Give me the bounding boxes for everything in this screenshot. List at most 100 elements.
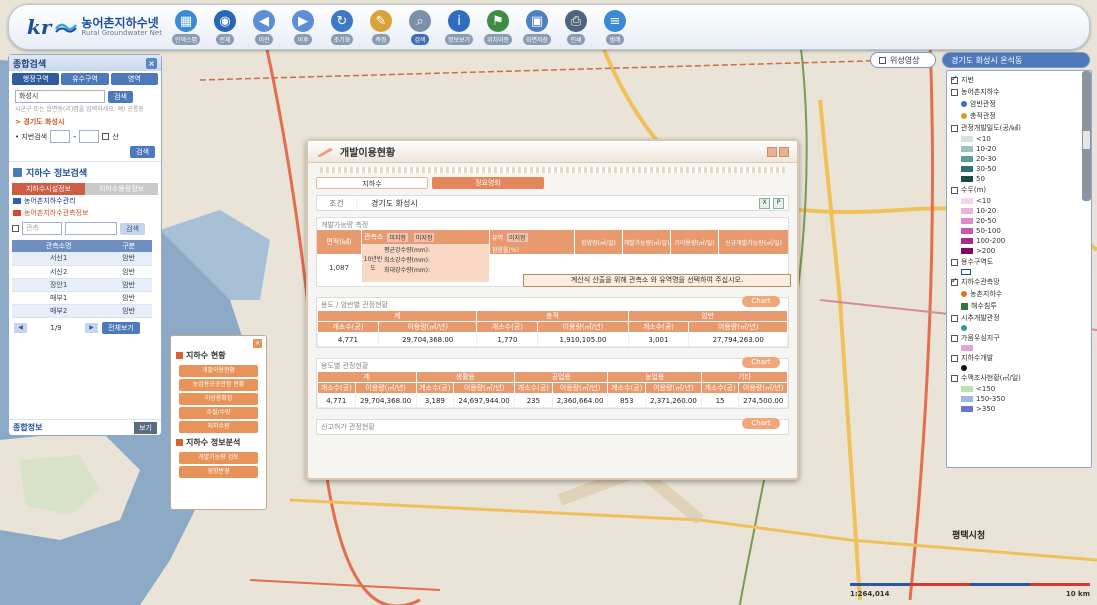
obs-filter-input-2[interactable] <box>65 222 117 235</box>
parcel-main-input[interactable] <box>50 130 71 143</box>
popup-menu-button[interactable]: 농업용공공관정 현황 <box>179 379 258 391</box>
toolbar-button-forward[interactable]: ▶ 이후 <box>286 10 320 48</box>
dialog-header[interactable]: 개발이용현황 <box>308 141 797 163</box>
table-row[interactable]: 장안1 암반 <box>12 278 152 292</box>
minimize-button[interactable] <box>767 146 777 157</box>
toolbar-button-search[interactable]: ⌕ 검색 <box>403 10 437 48</box>
group-header: 생활용 <box>415 371 516 383</box>
toolbar-button-label: 측정 <box>372 34 390 45</box>
tab-summary[interactable]: 정요영화 <box>432 177 544 189</box>
legend-layer-item[interactable]: 수두(m) <box>947 184 1083 196</box>
legend-layer-item[interactable]: 지하수관측망 <box>947 276 1083 288</box>
legend-class-item: 충적관정 <box>947 110 1083 122</box>
layer-checkbox[interactable] <box>951 186 958 194</box>
popup-menu-button[interactable]: 지하수원 <box>179 421 258 433</box>
layer-checkbox[interactable] <box>951 74 958 84</box>
obs-select-2[interactable]: 미지정 <box>412 231 436 243</box>
legend-layer-item[interactable]: 수맥조사현황(㎥/일) <box>947 372 1083 384</box>
toolbar-button-location[interactable]: ⚑ 위치이동 <box>481 10 515 48</box>
sub-header: 개소수(공) <box>415 382 455 394</box>
excel-icon[interactable]: X <box>759 197 770 209</box>
toolbar-button-legend[interactable]: ≡ 범례 <box>598 10 632 48</box>
gw-obs-item[interactable]: 농어촌지하수관측정보 <box>9 207 161 219</box>
toolbar-button-save-screen[interactable]: ▣ 화면저장 <box>520 10 554 48</box>
layer-checkbox[interactable] <box>951 374 958 382</box>
table-row[interactable]: 매부1 암반 <box>12 291 152 305</box>
region-tab[interactable]: 경기도 화성시 온석동 <box>942 52 1090 68</box>
table-row[interactable]: 서신2 암반 <box>12 265 152 279</box>
layer-checkbox[interactable] <box>951 258 958 266</box>
popup-close-icon[interactable]: × <box>253 339 262 348</box>
tab-basin[interactable]: 유수구역 <box>61 73 109 85</box>
legend-layer-item[interactable]: 지하수개발 <box>947 352 1083 364</box>
print-icon[interactable]: P <box>773 197 784 209</box>
legend-scrollbar[interactable] <box>1082 71 1091 201</box>
layer-checkbox[interactable] <box>951 334 958 342</box>
search-button[interactable]: 검색 <box>108 90 133 103</box>
tab-gw-capacity[interactable]: 지하수용량정보 <box>85 183 158 195</box>
rock-chart-button[interactable]: Chart <box>742 296 780 307</box>
close-icon[interactable]: × <box>146 57 157 69</box>
mountain-checkbox[interactable] <box>102 133 110 140</box>
sub-header: 이용량(㎥/년) <box>738 382 788 394</box>
dialog-title: 개발이용현황 <box>340 148 396 159</box>
obs-all-checkbox[interactable] <box>12 225 19 232</box>
toolbar-button-globe[interactable]: ◉ 전체 <box>208 10 242 48</box>
next-page-button[interactable]: ▶ <box>85 322 98 333</box>
obs-select-1[interactable]: 미지정 <box>386 231 409 243</box>
obs-filter-input[interactable]: 관측 <box>22 222 62 235</box>
tab-groundwater[interactable]: 지하수 <box>316 177 428 189</box>
legend-swatch <box>961 218 973 224</box>
parcel-search-button[interactable]: 검색 <box>130 146 155 158</box>
obs-filter-button[interactable]: 검색 <box>120 222 145 235</box>
prev-page-button[interactable]: ◀ <box>14 322 27 333</box>
toolbar-button-info[interactable]: i 정보보기 <box>442 10 476 48</box>
tab-area[interactable]: 영역 <box>110 73 158 85</box>
info-view-button[interactable]: 보기 <box>134 421 157 434</box>
col-header-type[interactable]: 구분 <box>105 240 152 252</box>
toolbar-button-print[interactable]: ⎙ 인쇄 <box>559 10 593 48</box>
scrollbar-thumb[interactable] <box>1083 131 1090 149</box>
rock-box-title: 용도 / 암반별 관정현황 <box>321 301 388 309</box>
legend-layer-item[interactable]: 가뭄우심지구 <box>947 332 1083 344</box>
usage-chart-button[interactable]: Chart <box>742 357 780 368</box>
aerial-toggle[interactable]: 위성영상 <box>870 52 936 68</box>
permit-chart-button[interactable]: Chart <box>742 418 780 429</box>
legend-layer-item[interactable]: 농어촌지하수 <box>947 86 1083 98</box>
tab-gw-facility[interactable]: 지하수시설정보 <box>12 183 85 195</box>
info-label: 종합정보 <box>13 423 43 432</box>
layer-checkbox[interactable] <box>951 88 958 96</box>
legend-layer-item[interactable]: 관정개발밀도(공/㎢) <box>947 122 1083 134</box>
toolbar-button-index-map[interactable]: ▦ 인덱스맵 <box>169 10 203 48</box>
table-row[interactable]: 서신1 암반 <box>12 252 152 266</box>
permit-box-title: 신고허가 관정현황 <box>321 423 375 431</box>
layer-checkbox[interactable] <box>951 314 958 322</box>
legend-label: 해수침투 <box>971 302 997 310</box>
popup-menu-button[interactable]: 개발이용현황 <box>179 365 258 377</box>
logo[interactable]: kr 농어촌지하수넷 Rural Groundwater Net <box>27 15 162 39</box>
popup-menu-button[interactable]: 이상용확정 <box>179 393 258 405</box>
legend-layer-item[interactable]: 지번 <box>947 74 1083 86</box>
dialog-close-button[interactable] <box>779 146 789 157</box>
gw-mgmt-item[interactable]: 농어촌지하수관리 <box>9 195 161 207</box>
popup-menu-button[interactable]: 영향반경 <box>179 466 258 478</box>
layer-checkbox[interactable] <box>951 124 958 132</box>
layer-checkbox[interactable] <box>951 354 958 362</box>
toolbar-button-refresh[interactable]: ↻ 초기화 <box>325 10 359 48</box>
toolbar-button-back[interactable]: ◀ 이전 <box>247 10 281 48</box>
search-input[interactable]: 화성시 <box>15 90 105 103</box>
col-header-name[interactable]: 관측소명 <box>12 240 106 252</box>
basin-select[interactable]: 미지정 <box>505 232 529 243</box>
tab-admin[interactable]: 행정구역 <box>12 73 60 85</box>
legend-layer-item[interactable]: 용수구역도 <box>947 256 1083 268</box>
parcel-sub-input[interactable] <box>79 130 100 143</box>
table-row[interactable]: 매부2 암반 <box>12 304 152 318</box>
view-all-button[interactable]: 전체보기 <box>102 321 140 334</box>
popup-menu-button[interactable]: 개발가능량 검토 <box>179 452 258 464</box>
toolbar-button-measure[interactable]: ✎ 측정 <box>364 10 398 48</box>
popup-menu-button[interactable]: 수질/수량 <box>179 407 258 419</box>
legend-layer-item[interactable]: 시추개발관정 <box>947 312 1083 324</box>
aerial-checkbox[interactable] <box>879 56 886 64</box>
rain-max: 최대강수량(mm): <box>384 267 430 274</box>
layer-checkbox[interactable] <box>951 276 958 286</box>
